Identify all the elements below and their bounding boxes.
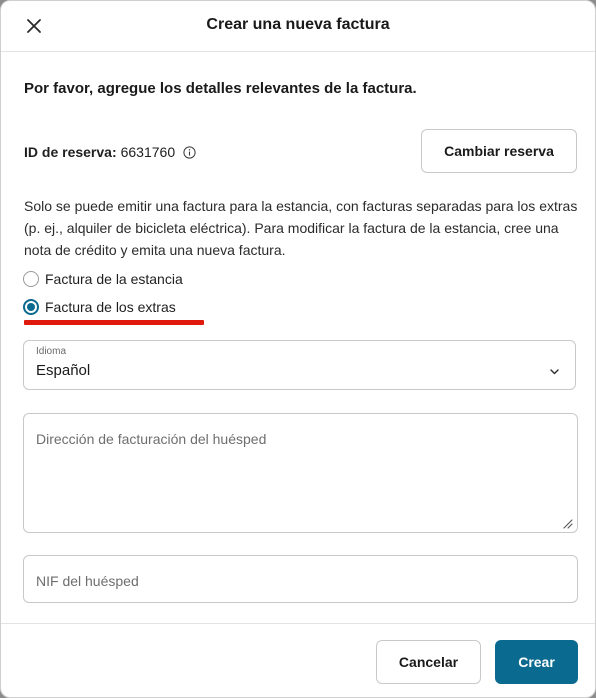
dialog-header: Crear una nueva factura: [1, 1, 595, 52]
language-label: Idioma: [36, 346, 67, 357]
radio-stay-invoice[interactable]: Factura de la estancia: [23, 271, 183, 287]
create-invoice-dialog: Crear una nueva factura Por favor, agreg…: [0, 0, 596, 698]
dialog-footer: Cancelar Crear: [1, 623, 595, 697]
intro-text: Por favor, agregue los detalles relevant…: [24, 80, 417, 97]
create-button[interactable]: Crear: [495, 640, 578, 684]
radio-label: Factura de los extras: [45, 299, 176, 315]
red-underline-annotation: [24, 320, 204, 325]
reservation-row: ID de reserva: 6631760: [24, 144, 196, 160]
reservation-label: ID de reserva:: [24, 144, 117, 160]
radio-button[interactable]: [23, 271, 39, 287]
tax-id-input[interactable]: NIF del huésped: [23, 555, 578, 603]
radio-label: Factura de la estancia: [45, 271, 183, 287]
dialog-title: Crear una nueva factura: [206, 16, 390, 33]
chevron-down-icon: [550, 362, 559, 375]
info-icon[interactable]: [183, 145, 196, 159]
change-reservation-button[interactable]: Cambiar reserva: [421, 129, 577, 173]
invoice-description: Solo se puede emitir una factura para la…: [24, 198, 578, 258]
billing-address-textarea[interactable]: Dirección de facturación del huésped: [23, 413, 578, 533]
billing-address-placeholder: Dirección de facturación del huésped: [36, 431, 267, 447]
tax-id-placeholder: NIF del huésped: [36, 573, 139, 589]
cancel-button[interactable]: Cancelar: [376, 640, 481, 684]
language-value: Español: [36, 362, 91, 379]
language-select[interactable]: Idioma Español: [23, 340, 576, 390]
reservation-id: 6631760: [120, 144, 176, 160]
radio-button-selected[interactable]: [23, 299, 39, 315]
radio-extras-invoice[interactable]: Factura de los extras: [23, 299, 176, 315]
resize-handle-icon[interactable]: [561, 516, 573, 529]
